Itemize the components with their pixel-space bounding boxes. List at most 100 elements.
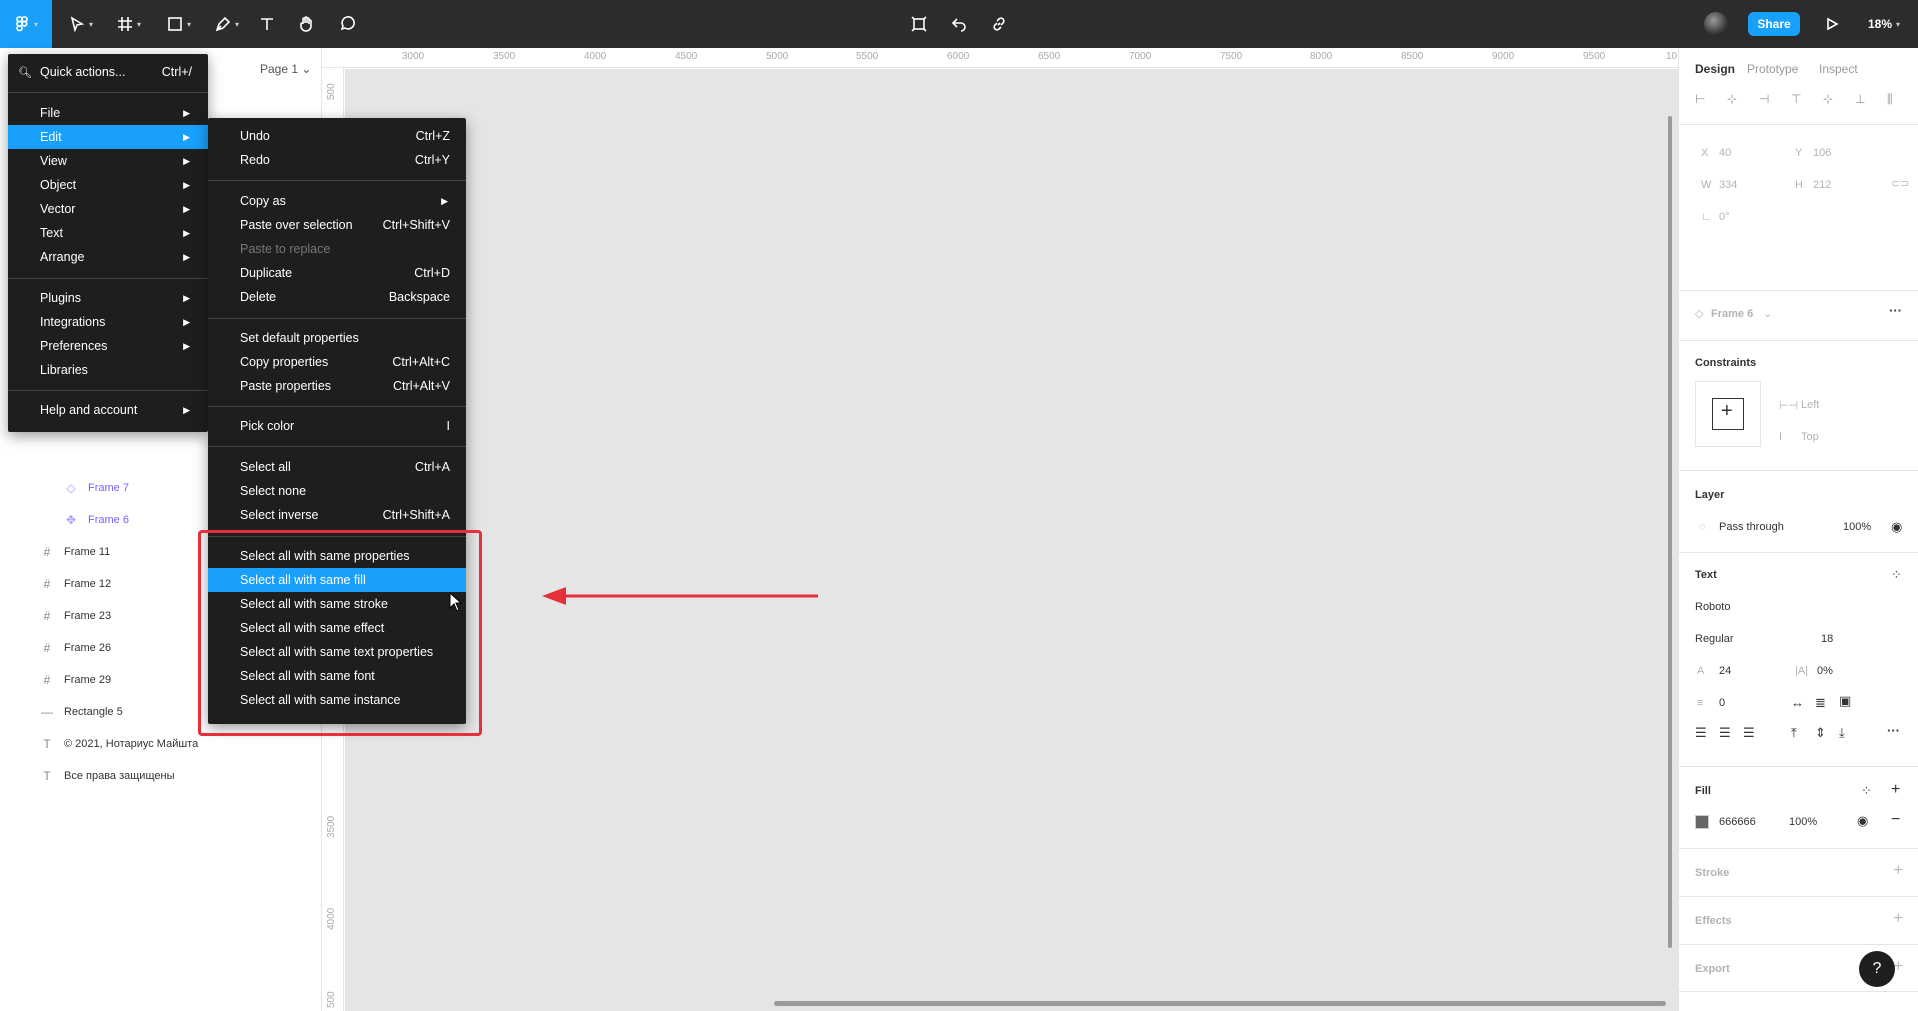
add-effect-icon[interactable]: + <box>1894 910 1903 928</box>
menu-item-arrange[interactable]: Arrange ▶ <box>8 245 208 269</box>
menu-item-copy-as[interactable]: Copy as ▶ <box>208 189 466 213</box>
paragraph-spacing-input[interactable]: 0 <box>1719 697 1725 709</box>
distribute-icon[interactable]: ⫼ <box>1887 92 1893 107</box>
menu-item-integrations[interactable]: Integrations ▶ <box>8 310 208 334</box>
add-export-icon[interactable]: + <box>1894 958 1903 976</box>
more-options-icon[interactable]: ··· <box>1889 303 1902 318</box>
menu-item-preferences[interactable]: Preferences ▶ <box>8 334 208 358</box>
align-text-center-icon[interactable]: ☰ <box>1719 725 1731 741</box>
font-size-input[interactable]: 18 <box>1821 633 1833 645</box>
text-tool-button[interactable] <box>252 0 282 48</box>
menu-item-set-default-properties[interactable]: Set default properties <box>208 326 466 350</box>
comment-tool-button[interactable] <box>332 0 362 48</box>
font-family-select[interactable]: Roboto <box>1695 601 1730 613</box>
menu-item-file[interactable]: File ▶ <box>8 101 208 125</box>
constrain-proportions-icon[interactable]: ⊂⊃ <box>1891 177 1909 190</box>
move-tool-button[interactable]: ▾ <box>62 0 100 48</box>
shape-tool-button[interactable]: ▾ <box>160 0 198 48</box>
menu-item-view[interactable]: View ▶ <box>8 149 208 173</box>
share-button[interactable]: Share <box>1748 12 1800 36</box>
tab-design[interactable]: Design <box>1695 62 1735 76</box>
help-button[interactable]: ? <box>1859 951 1895 987</box>
rotation-input[interactable]: 0° <box>1719 211 1730 223</box>
font-weight-select[interactable]: Regular <box>1695 633 1734 645</box>
menu-item-paste-over-selection[interactable]: Paste over selection Ctrl+Shift+V <box>208 213 466 237</box>
remove-fill-icon[interactable]: − <box>1891 811 1900 829</box>
menu-item-undo[interactable]: Undo Ctrl+Z <box>208 124 466 148</box>
page-selector[interactable]: Page 1 ⌄ <box>260 62 311 76</box>
vertical-scrollbar[interactable] <box>1668 116 1672 948</box>
eye-icon[interactable]: ◉ <box>1891 519 1902 535</box>
fill-hex-input[interactable]: 666666 <box>1719 816 1756 828</box>
quick-actions-item[interactable]: 🔍︎ Quick actions... Ctrl+/ <box>8 60 208 84</box>
link-button[interactable] <box>984 0 1014 48</box>
align-top-icon[interactable]: ⊤ <box>1791 92 1801 106</box>
add-fill-icon[interactable]: + <box>1891 781 1900 799</box>
align-bottom-icon[interactable]: ⊥ <box>1855 92 1865 106</box>
x-input[interactable]: 40 <box>1719 147 1731 159</box>
align-text-top-icon[interactable]: ⤒ <box>1791 725 1797 741</box>
hand-tool-button[interactable] <box>292 0 322 48</box>
align-center-v-icon[interactable]: ⊹ <box>1823 92 1833 106</box>
mask-button[interactable] <box>944 0 974 48</box>
menu-item-select-all[interactable]: Select all Ctrl+A <box>208 455 466 479</box>
line-height-input[interactable]: 24 <box>1719 665 1731 677</box>
tab-prototype[interactable]: Prototype <box>1747 62 1798 76</box>
menu-item-duplicate[interactable]: Duplicate Ctrl+D <box>208 261 466 285</box>
menu-item-delete[interactable]: Delete Backspace <box>208 285 466 309</box>
menu-item-edit[interactable]: Edit ▶ <box>8 125 208 149</box>
blend-mode-select[interactable]: Pass through <box>1719 521 1784 533</box>
zoom-dropdown[interactable]: 18% ▾ <box>1868 0 1900 48</box>
menu-item-select-none[interactable]: Select none <box>208 479 466 503</box>
ruler-label: 500 <box>326 83 337 100</box>
styles-icon[interactable]: ⁘ <box>1861 783 1872 799</box>
horizontal-constraint-select[interactable]: Left <box>1801 399 1819 411</box>
menu-item-paste-properties[interactable]: Paste properties Ctrl+Alt+V <box>208 374 466 398</box>
component-button[interactable] <box>904 0 934 48</box>
y-input[interactable]: 106 <box>1813 147 1831 159</box>
letter-spacing-input[interactable]: 0% <box>1817 665 1833 677</box>
align-text-middle-icon[interactable]: ⇕ <box>1815 725 1826 741</box>
auto-height-icon[interactable]: ≣ <box>1815 695 1826 711</box>
align-text-bottom-icon[interactable]: ⤓ <box>1839 725 1845 741</box>
menu-item-text[interactable]: Text ▶ <box>8 221 208 245</box>
properties-panel: Design Prototype Inspect ⊢ ⊹ ⊣ ⊤ ⊹ ⊥ ⫼ X… <box>1678 48 1918 1011</box>
eye-icon[interactable]: ◉ <box>1857 813 1868 829</box>
fixed-size-icon[interactable]: ▣ <box>1839 693 1851 709</box>
layer-opacity-input[interactable]: 100% <box>1843 521 1871 533</box>
user-avatar[interactable] <box>1704 12 1728 36</box>
align-right-icon[interactable]: ⊣ <box>1759 92 1769 106</box>
menu-item-pick-color[interactable]: Pick color I <box>208 414 466 438</box>
menu-item-libraries[interactable]: Libraries <box>8 358 208 382</box>
fill-opacity-input[interactable]: 100% <box>1789 816 1817 828</box>
design-canvas[interactable] <box>345 69 1678 1011</box>
menu-item-copy-properties[interactable]: Copy properties Ctrl+Alt+C <box>208 350 466 374</box>
tab-inspect[interactable]: Inspect <box>1819 62 1858 76</box>
main-menu-button[interactable]: ▾ <box>0 0 52 48</box>
vertical-constraint-select[interactable]: Top <box>1801 431 1819 443</box>
menu-item-redo[interactable]: Redo Ctrl+Y <box>208 148 466 172</box>
present-button[interactable] <box>1820 0 1844 48</box>
menu-item-object[interactable]: Object ▶ <box>8 173 208 197</box>
align-text-right-icon[interactable]: ☰ <box>1743 725 1755 741</box>
w-input[interactable]: 334 <box>1719 179 1737 191</box>
layer-item[interactable]: T Все права защищены <box>40 760 320 792</box>
align-text-left-icon[interactable]: ☰ <box>1695 725 1707 741</box>
add-stroke-icon[interactable]: + <box>1894 862 1903 880</box>
frame-tool-button[interactable]: ▾ <box>110 0 148 48</box>
menu-item-vector[interactable]: Vector ▶ <box>8 197 208 221</box>
auto-width-icon[interactable]: ↔ <box>1791 695 1804 710</box>
styles-icon[interactable]: ⁘ <box>1891 567 1902 583</box>
frame-selector[interactable]: Frame 6 <box>1711 308 1753 320</box>
menu-item-plugins[interactable]: Plugins ▶ <box>8 286 208 310</box>
menu-item-select-inverse[interactable]: Select inverse Ctrl+Shift+A <box>208 503 466 527</box>
menu-item-help-and-account[interactable]: Help and account ▶ <box>8 398 208 422</box>
fill-color-swatch[interactable] <box>1695 815 1709 829</box>
horizontal-scrollbar[interactable] <box>774 1001 1666 1006</box>
h-input[interactable]: 212 <box>1813 179 1831 191</box>
align-left-icon[interactable]: ⊢ <box>1695 92 1705 106</box>
align-center-h-icon[interactable]: ⊹ <box>1727 92 1737 106</box>
more-text-options-icon[interactable]: ··· <box>1887 723 1900 738</box>
constraints-widget[interactable]: + <box>1695 381 1761 447</box>
pen-tool-button[interactable]: ▾ <box>208 0 246 48</box>
